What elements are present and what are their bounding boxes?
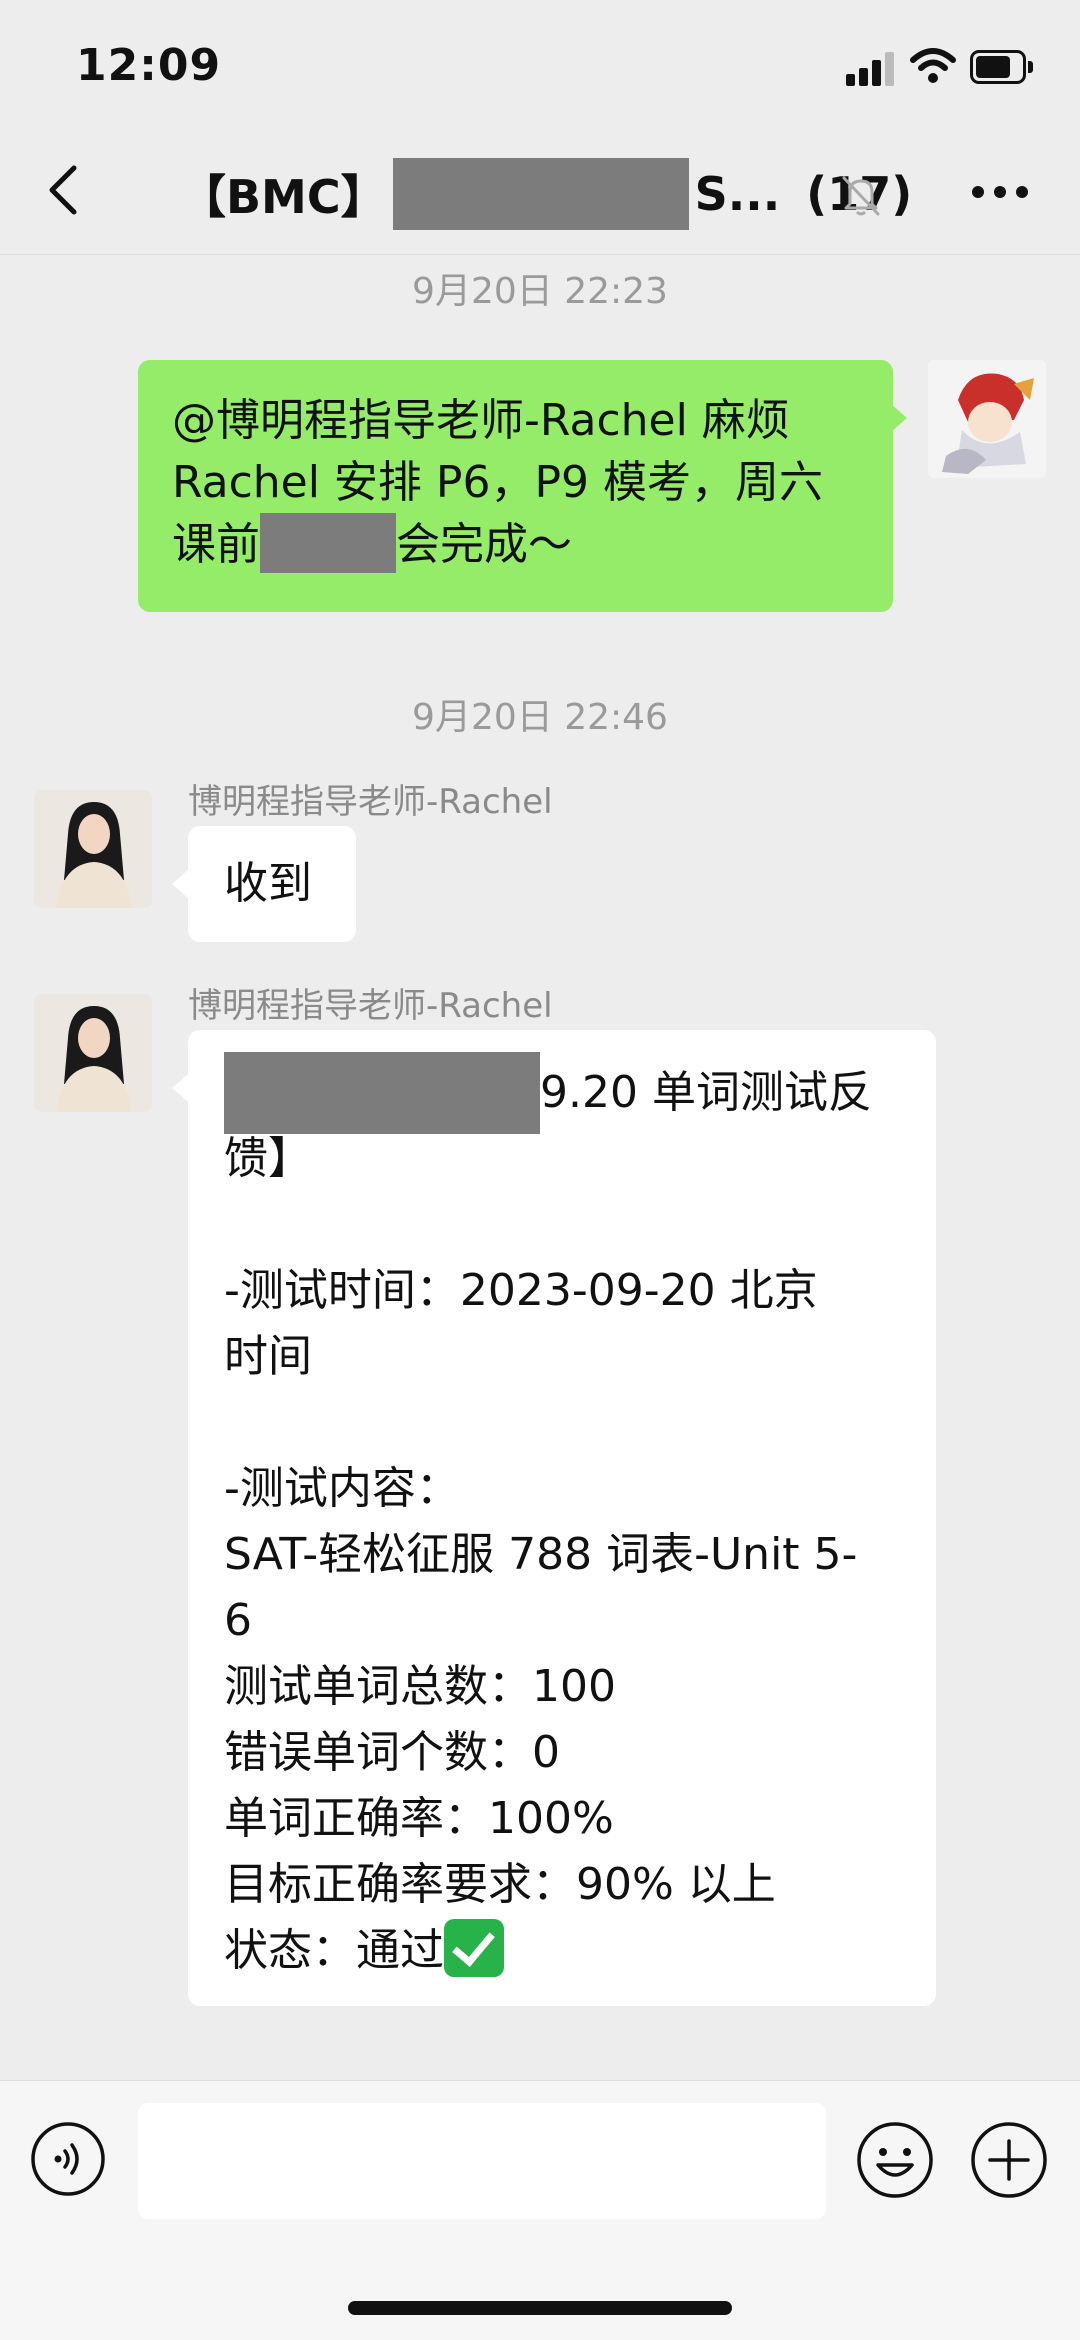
- feedback-blank-line: [224, 1390, 900, 1456]
- sender-avatar[interactable]: [34, 790, 152, 908]
- cartoon-avatar-image: [928, 360, 1046, 478]
- chat-title[interactable]: 【BMC】 S... (17): [180, 158, 912, 230]
- feedback-accuracy: 单词正确率：100%: [224, 1793, 614, 1844]
- incoming-message-bubble[interactable]: 收到: [188, 826, 356, 942]
- feedback-line: 9.20 单词测试反: [224, 1052, 900, 1134]
- input-bar: [0, 2080, 1080, 2340]
- feedback-blank-line: [224, 1192, 900, 1258]
- message-text-line: @博明程指导老师-Rachel 麻烦: [172, 395, 790, 446]
- feedback-status: 状态：通过: [224, 1918, 900, 1984]
- cellular-signal-icon: [846, 50, 896, 86]
- chat-header: 【BMC】 S... (17): [0, 130, 1080, 255]
- bubble-tail: [891, 404, 907, 432]
- message-text-fragment: 课前: [172, 519, 260, 570]
- more-options-icon[interactable]: [972, 186, 1028, 202]
- feedback-test-time: -测试时间：2023-09-20 北京: [224, 1265, 818, 1316]
- bubble-tail: [172, 870, 188, 898]
- bubble-tail: [172, 1074, 188, 1102]
- sender-avatar[interactable]: [34, 994, 152, 1112]
- chat-title-prefix: 【BMC】: [180, 170, 387, 224]
- sender-name: 博明程指导老师-Rachel: [188, 986, 553, 1026]
- feedback-test-content-label: -测试内容：: [224, 1463, 460, 1514]
- redacted-block: [392, 158, 689, 230]
- message-text: 收到: [224, 858, 312, 909]
- message-timestamp: 9月20日 22:23: [412, 271, 668, 312]
- battery-icon: [970, 50, 1034, 84]
- check-mark-icon: [444, 1919, 504, 1977]
- feedback-word-list: SAT-轻松征服 788 词表-Unit 5-: [224, 1529, 858, 1580]
- feedback-text: 9.20 单词测试反: [540, 1067, 872, 1118]
- message-text-line: Rachel 安排 P6，P9 模考，周六: [172, 457, 823, 508]
- feedback-wrong-words: 错误单词个数：0: [224, 1727, 560, 1778]
- message-input[interactable]: [138, 2103, 826, 2219]
- status-bar: 12:09: [0, 0, 1080, 130]
- message-text-line: 课前 会完成～: [172, 513, 859, 576]
- test-feedback-bubble[interactable]: 9.20 单词测试反 馈】 -测试时间：2023-09-20 北京 时间 -测试…: [188, 1030, 936, 2006]
- person-avatar-image: [34, 790, 152, 908]
- muted-bell-icon: [842, 176, 880, 216]
- wifi-icon: [910, 48, 956, 83]
- sender-name: 博明程指导老师-Rachel: [188, 782, 553, 822]
- emoji-icon[interactable]: [856, 2121, 934, 2199]
- person-avatar-image: [34, 994, 152, 1112]
- feedback-line: 馈】: [224, 1133, 312, 1184]
- voice-input-icon[interactable]: [30, 2121, 106, 2197]
- outgoing-message-bubble[interactable]: @博明程指导老师-Rachel 麻烦 Rachel 安排 P6，P9 模考，周六…: [138, 360, 893, 612]
- redacted-block: [224, 1052, 540, 1134]
- feedback-status-text: 状态：通过: [224, 1925, 444, 1976]
- message-text-fragment: 会完成～: [396, 519, 572, 570]
- status-time: 12:09: [76, 40, 222, 91]
- redacted-block: [260, 513, 396, 573]
- message-timestamp: 9月20日 22:46: [412, 697, 668, 738]
- my-avatar[interactable]: [928, 360, 1046, 478]
- feedback-line: 6: [224, 1595, 252, 1646]
- feedback-target-accuracy: 目标正确率要求：90% 以上: [224, 1859, 776, 1910]
- home-indicator[interactable]: [348, 2301, 732, 2315]
- back-chevron-icon[interactable]: [36, 160, 96, 220]
- add-more-icon[interactable]: [970, 2121, 1048, 2199]
- chat-title-suffix: S...: [694, 167, 781, 221]
- feedback-line: 时间: [224, 1331, 312, 1382]
- feedback-total-words: 测试单词总数：100: [224, 1661, 616, 1712]
